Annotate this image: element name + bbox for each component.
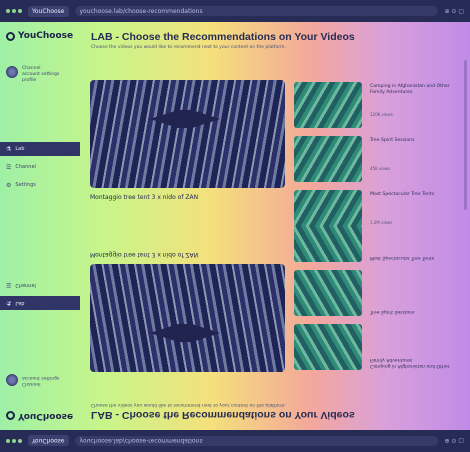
- page-title: LAB - Choose the Recommendations on Your…: [91, 31, 355, 43]
- window-controls[interactable]: [6, 9, 22, 13]
- logo-text: YouChoose: [18, 411, 74, 421]
- page-title: LAB - Choose the Recommendations on Your…: [91, 409, 355, 421]
- app-logo: YouChoose: [6, 411, 73, 421]
- recommendation-title: Tree Spirit Sessions: [370, 309, 415, 314]
- sidebar-item-lab[interactable]: ⚗ Lab: [0, 142, 80, 156]
- sidebar-item-channel: ☰ Channel: [0, 278, 80, 292]
- recommendation-meta: 45K views: [370, 166, 391, 171]
- recommendation-title: Camping in Afghanistan and Other Family …: [370, 84, 450, 95]
- user-line: profile: [22, 78, 37, 83]
- recommendation-meta: 1.2M views: [370, 220, 393, 225]
- user-panel: Channel account settings: [6, 374, 59, 386]
- browser-actions-icon[interactable]: ⊕ ⊙ ▢: [444, 8, 464, 15]
- logo-text: YouChoose: [18, 31, 74, 41]
- sidebar-item-label: Channel: [15, 282, 36, 288]
- user-panel[interactable]: Channel account settings profile: [6, 66, 59, 84]
- sidebar-item-label: Lab: [15, 146, 25, 152]
- user-line: account settings: [22, 375, 60, 380]
- list-icon: ☰: [6, 163, 12, 171]
- recommendation-card[interactable]: Most Spectacular Tree Tents 1.2M views: [294, 190, 464, 226]
- recommendation-title: Most Spectacular Tree Tents: [370, 255, 435, 260]
- thumbnail: [294, 136, 362, 182]
- address-bar[interactable]: youchoose.lab/choose-recommendations: [74, 6, 439, 16]
- gear-icon: ⚙: [6, 181, 12, 189]
- video-title: Montaggio tree tent 3 x nido of ZAN: [90, 194, 199, 201]
- avatar: [6, 66, 18, 78]
- logo-icon: [6, 31, 15, 41]
- thumbnail: [294, 270, 362, 316]
- recommendation-title: Most Spectacular Tree Tents: [370, 192, 435, 197]
- address-bar: youchoose.lab/choose-recommendations: [74, 436, 439, 446]
- list-icon: ☰: [6, 281, 12, 289]
- sidebar-item-label: Settings: [15, 182, 36, 188]
- thumbnail: [294, 190, 362, 226]
- browser-tab: YouChoose: [28, 435, 69, 447]
- recommendation-card[interactable]: Camping in Afghanistan and Other Family …: [294, 82, 464, 128]
- video-title: Montaggio tree tent 3 x nido of ZAN: [90, 251, 199, 258]
- sidebar-item-label: Lab: [15, 300, 25, 306]
- user-line: Channel: [22, 381, 41, 386]
- page-description: Choose the videos you would like to reco…: [91, 45, 286, 50]
- video-frame: [150, 324, 220, 342]
- avatar: [6, 374, 18, 386]
- recommendation-title: Camping in Afghanistan and Other Family …: [370, 357, 450, 368]
- video-frame: [150, 110, 220, 128]
- recommendation-meta: 120K views: [370, 112, 393, 117]
- recommendation-card: Most Spectacular Tree Tents: [294, 226, 464, 262]
- page-description: Choose the videos you would like to reco…: [91, 402, 286, 407]
- browser-tab[interactable]: YouChoose: [28, 5, 69, 17]
- page-reflection: YouChoose youchoose.lab/choose-recommend…: [0, 226, 470, 452]
- recommendation-title: Tree Spirit Sessions: [370, 138, 415, 143]
- app-logo[interactable]: YouChoose: [6, 31, 73, 41]
- flask-icon: ⚗: [6, 299, 12, 307]
- recommendation-card[interactable]: Tree Spirit Sessions 45K views: [294, 136, 464, 182]
- window-controls: [6, 439, 22, 443]
- browser-actions-icon: ⊕ ⊙ ▢: [444, 437, 464, 445]
- sidebar-item-label: Channel: [15, 164, 36, 170]
- thumbnail: [294, 226, 362, 262]
- sidebar-item-lab: ⚗ Lab: [0, 296, 80, 310]
- thumbnail: [294, 82, 362, 128]
- video-player[interactable]: [90, 80, 285, 188]
- sidebar-item-channel[interactable]: ☰ Channel: [0, 160, 80, 174]
- logo-icon: [6, 411, 15, 421]
- browser-bar: YouChoose youchoose.lab/choose-recommend…: [0, 430, 470, 452]
- page-top: YouChoose youchoose.lab/choose-recommend…: [0, 0, 470, 226]
- recommendation-card: Tree Spirit Sessions: [294, 270, 464, 316]
- scrollbar[interactable]: [464, 60, 467, 210]
- video-player: [90, 264, 285, 372]
- browser-bar: YouChoose youchoose.lab/choose-recommend…: [0, 0, 470, 22]
- sidebar-item-settings[interactable]: ⚙ Settings: [0, 178, 80, 192]
- thumbnail: [294, 324, 362, 370]
- recommendation-card: Camping in Afghanistan and Other Family …: [294, 324, 464, 370]
- flask-icon: ⚗: [6, 145, 12, 153]
